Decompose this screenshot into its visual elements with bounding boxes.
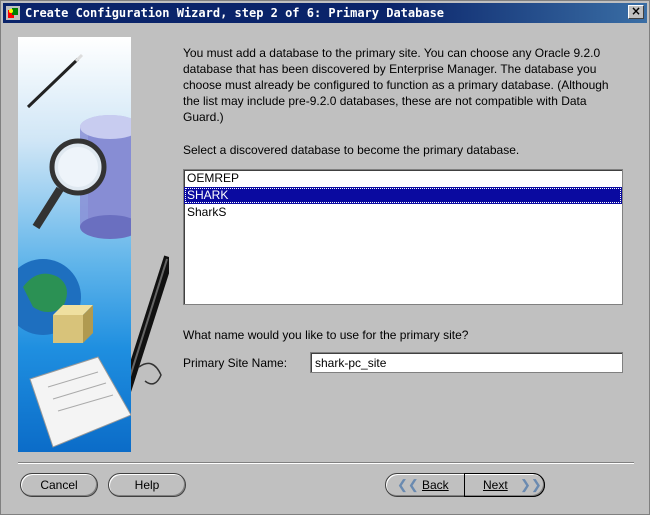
wizard-illustration [18,37,131,452]
cancel-button[interactable]: Cancel [20,473,98,497]
wizard-icon [6,6,20,20]
primary-site-name-label: Primary Site Name: [183,356,288,370]
divider [18,462,634,464]
close-button[interactable]: × [628,5,644,19]
database-item-shark[interactable]: SHARK [184,187,622,204]
wizard-window: Create Configuration Wizard, step 2 of 6… [0,0,650,515]
site-name-question: What name would you like to use for the … [183,328,469,342]
window-title: Create Configuration Wizard, step 2 of 6… [25,6,445,20]
close-icon[interactable]: × [631,4,641,18]
next-arrow-icon: ❯❯ [520,477,542,492]
title-bar[interactable]: Create Configuration Wizard, step 2 of 6… [3,3,647,23]
help-button[interactable]: Help [108,473,186,497]
database-item-sharks[interactable]: SharkS [184,204,622,221]
primary-site-name-input[interactable] [310,352,623,373]
pen-illustration [116,255,174,409]
description-text: You must add a database to the primary s… [183,46,609,124]
illustration-edge [116,37,174,452]
database-list[interactable]: OEMREP SHARK SharkS [183,169,623,305]
database-item-oemrep[interactable]: OEMREP [184,170,622,187]
next-label: Next [483,478,508,492]
back-button[interactable]: ❮❮ Back [385,473,464,497]
back-arrow-icon: ❮❮ [397,477,419,492]
next-button[interactable]: Next ❯❯ [464,473,545,497]
back-label: Back [422,478,449,492]
select-database-label: Select a discovered database to become t… [183,143,520,157]
globe-illustration [18,259,131,448]
